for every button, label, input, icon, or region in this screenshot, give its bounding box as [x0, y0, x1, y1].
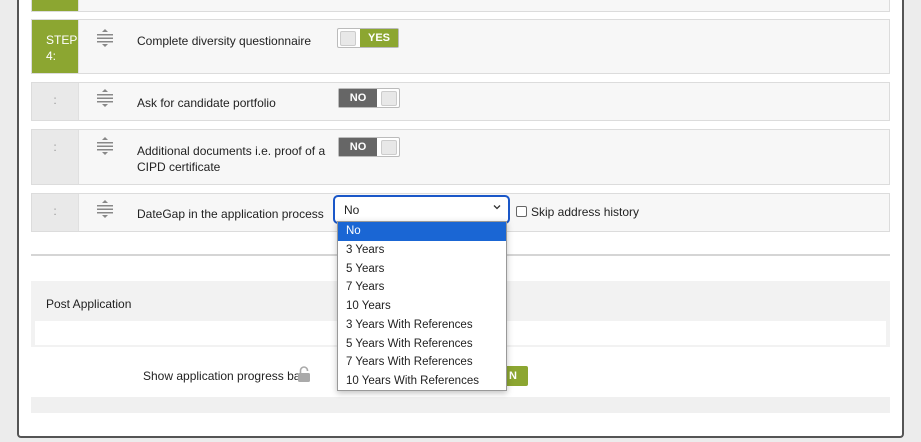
- previous-step-indicator: [32, 0, 78, 11]
- dropdown-option[interactable]: 10 Years: [338, 297, 506, 316]
- toggle-knob: [340, 31, 356, 46]
- step-number: STEP 4:: [32, 20, 78, 73]
- dropdown-option[interactable]: 7 Years With References: [338, 353, 506, 372]
- row-label: Additional documents i.e. proof of a CIP…: [137, 144, 326, 174]
- step-number: :: [32, 83, 78, 120]
- step-number: :: [32, 194, 78, 231]
- lock-icon: [298, 366, 310, 382]
- dategap-dropdown-list: No 3 Years 5 Years 7 Years 10 Years 3 Ye…: [337, 221, 507, 391]
- bottom-strip: [31, 397, 890, 413]
- dropdown-option[interactable]: 3 Years With References: [338, 316, 506, 335]
- additional-documents-toggle[interactable]: NO: [338, 137, 400, 157]
- drag-handle-icon[interactable]: [96, 89, 114, 107]
- drag-handle-icon[interactable]: [96, 200, 114, 218]
- section-title: Post Application: [46, 297, 132, 311]
- progress-bar-label: Show application progress bar: [143, 369, 305, 383]
- step-row-portfolio: : Ask for candidate portfolio NO: [31, 82, 890, 121]
- step-row-additional-documents: : Additional documents i.e. proof of a C…: [31, 129, 890, 185]
- drag-handle-icon[interactable]: [96, 137, 114, 155]
- chevron-down-icon: [493, 205, 501, 210]
- toggle-state: YES: [360, 29, 398, 47]
- previous-step-row: [31, 0, 890, 12]
- portfolio-toggle[interactable]: NO: [338, 88, 400, 108]
- step-row-diversity: STEP 4: Complete diversity questionnaire…: [31, 19, 890, 74]
- toggle-state: NO: [339, 138, 377, 156]
- dropdown-option[interactable]: 5 Years With References: [338, 335, 506, 354]
- dropdown-option[interactable]: 10 Years With References: [338, 372, 506, 391]
- row-label: Ask for candidate portfolio: [137, 96, 276, 110]
- dropdown-option[interactable]: 7 Years: [338, 278, 506, 297]
- diversity-toggle[interactable]: YES: [337, 28, 399, 48]
- skip-address-history-checkbox[interactable]: [516, 206, 527, 217]
- dropdown-option[interactable]: No: [338, 222, 506, 241]
- checkbox-label: Skip address history: [531, 205, 640, 219]
- select-value: No: [344, 203, 360, 217]
- row-label: DateGap in the application process: [137, 207, 324, 221]
- dropdown-option[interactable]: 3 Years: [338, 241, 506, 260]
- step-number: :: [32, 130, 78, 184]
- drag-handle-icon[interactable]: [96, 29, 114, 47]
- page: STEP 4: Complete diversity questionnaire…: [0, 0, 921, 442]
- dategap-select[interactable]: No: [333, 195, 510, 224]
- skip-address-history[interactable]: Skip address history: [516, 205, 639, 219]
- dropdown-option[interactable]: 5 Years: [338, 260, 506, 279]
- toggle-knob: [381, 91, 397, 106]
- toggle-state: NO: [339, 89, 377, 107]
- row-label: Complete diversity questionnaire: [137, 34, 312, 48]
- toggle-knob: [381, 140, 397, 155]
